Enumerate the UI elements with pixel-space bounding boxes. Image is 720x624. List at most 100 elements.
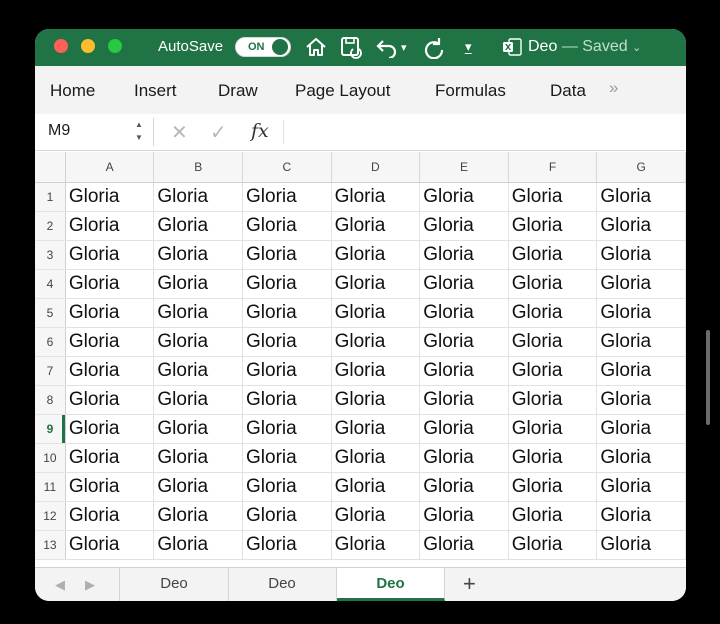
cell-a3[interactable]: Gloria: [65, 240, 155, 270]
tab-draw[interactable]: Draw: [218, 81, 258, 101]
cell-a13[interactable]: Gloria: [65, 530, 155, 560]
cell-e6[interactable]: Gloria: [419, 327, 509, 357]
cell-d1[interactable]: Gloria: [331, 182, 421, 212]
cell-b13[interactable]: Gloria: [153, 530, 243, 560]
sheet-tab[interactable]: Deo: [228, 568, 337, 601]
cell-e8[interactable]: Gloria: [419, 385, 509, 415]
sheet-tab[interactable]: Deo: [119, 568, 229, 601]
cell-g5[interactable]: Gloria: [596, 298, 686, 328]
cell-g7[interactable]: Gloria: [596, 356, 686, 386]
tab-data[interactable]: Data: [550, 81, 586, 101]
cancel-icon[interactable]: ✕: [171, 120, 188, 145]
cell-a5[interactable]: Gloria: [65, 298, 155, 328]
customize-toolbar-icon[interactable]: ▾̲: [465, 34, 472, 60]
cell-c3[interactable]: Gloria: [242, 240, 332, 270]
cell-e2[interactable]: Gloria: [419, 211, 509, 241]
select-all-corner[interactable]: [35, 152, 66, 183]
cell-e13[interactable]: Gloria: [419, 530, 509, 560]
cell-b5[interactable]: Gloria: [153, 298, 243, 328]
cell-c2[interactable]: Gloria: [242, 211, 332, 241]
insert-function-icon[interactable]: fx: [251, 120, 269, 142]
tab-insert[interactable]: Insert: [134, 81, 177, 101]
cell-f9[interactable]: Gloria: [508, 414, 598, 444]
row-header-13[interactable]: 13: [35, 530, 66, 560]
tab-home[interactable]: Home: [50, 81, 95, 101]
cell-c13[interactable]: Gloria: [242, 530, 332, 560]
close-window-button[interactable]: [54, 39, 68, 53]
row-header-8[interactable]: 8: [35, 385, 66, 415]
cell-b1[interactable]: Gloria: [153, 182, 243, 212]
cell-e9[interactable]: Gloria: [419, 414, 509, 444]
cell-g11[interactable]: Gloria: [596, 472, 686, 502]
cell-d7[interactable]: Gloria: [331, 356, 421, 386]
cell-c9[interactable]: Gloria: [242, 414, 332, 444]
row-header-4[interactable]: 4: [35, 269, 66, 299]
home-icon[interactable]: [305, 34, 327, 60]
column-header-e[interactable]: E: [419, 152, 509, 183]
cell-a7[interactable]: Gloria: [65, 356, 155, 386]
cell-c1[interactable]: Gloria: [242, 182, 332, 212]
autosave-toggle[interactable]: ON: [235, 37, 291, 57]
cell-g3[interactable]: Gloria: [596, 240, 686, 270]
cell-d11[interactable]: Gloria: [331, 472, 421, 502]
cell-g10[interactable]: Gloria: [596, 443, 686, 473]
enter-icon[interactable]: ✓: [210, 120, 227, 145]
cell-b9[interactable]: Gloria: [153, 414, 243, 444]
cell-a11[interactable]: Gloria: [65, 472, 155, 502]
sheet-tab-active[interactable]: Deo: [337, 568, 445, 601]
cell-f7[interactable]: Gloria: [508, 356, 598, 386]
cell-f4[interactable]: Gloria: [508, 269, 598, 299]
cell-c4[interactable]: Gloria: [242, 269, 332, 299]
cell-e1[interactable]: Gloria: [419, 182, 509, 212]
cell-f12[interactable]: Gloria: [508, 501, 598, 531]
cell-f13[interactable]: Gloria: [508, 530, 598, 560]
cell-d12[interactable]: Gloria: [331, 501, 421, 531]
cell-g13[interactable]: Gloria: [596, 530, 686, 560]
cell-e7[interactable]: Gloria: [419, 356, 509, 386]
cell-a4[interactable]: Gloria: [65, 269, 155, 299]
cell-e5[interactable]: Gloria: [419, 298, 509, 328]
cell-f1[interactable]: Gloria: [508, 182, 598, 212]
cell-f8[interactable]: Gloria: [508, 385, 598, 415]
cell-f2[interactable]: Gloria: [508, 211, 598, 241]
column-header-d[interactable]: D: [331, 152, 421, 183]
cell-b2[interactable]: Gloria: [153, 211, 243, 241]
cell-c7[interactable]: Gloria: [242, 356, 332, 386]
cell-a2[interactable]: Gloria: [65, 211, 155, 241]
cell-g8[interactable]: Gloria: [596, 385, 686, 415]
cell-a10[interactable]: Gloria: [65, 443, 155, 473]
add-sheet-button[interactable]: +: [463, 571, 476, 597]
minimize-window-button[interactable]: [81, 39, 95, 53]
name-box[interactable]: M9: [48, 122, 70, 140]
name-box-stepper-icon[interactable]: ▲ ▼: [134, 118, 144, 146]
cell-e3[interactable]: Gloria: [419, 240, 509, 270]
cell-g4[interactable]: Gloria: [596, 269, 686, 299]
cell-b10[interactable]: Gloria: [153, 443, 243, 473]
row-header-3[interactable]: 3: [35, 240, 66, 270]
row-header-12[interactable]: 12: [35, 501, 66, 531]
cell-g9[interactable]: Gloria: [596, 414, 686, 444]
tab-page-layout[interactable]: Page Layout: [295, 81, 390, 101]
cell-c12[interactable]: Gloria: [242, 501, 332, 531]
cell-c6[interactable]: Gloria: [242, 327, 332, 357]
cell-d2[interactable]: Gloria: [331, 211, 421, 241]
cell-d8[interactable]: Gloria: [331, 385, 421, 415]
cell-b6[interactable]: Gloria: [153, 327, 243, 357]
cell-d10[interactable]: Gloria: [331, 443, 421, 473]
row-header-10[interactable]: 10: [35, 443, 66, 473]
cell-f3[interactable]: Gloria: [508, 240, 598, 270]
row-header-11[interactable]: 11: [35, 472, 66, 502]
tab-formulas[interactable]: Formulas: [435, 81, 506, 101]
cell-g2[interactable]: Gloria: [596, 211, 686, 241]
cell-b4[interactable]: Gloria: [153, 269, 243, 299]
row-header-7[interactable]: 7: [35, 356, 66, 386]
cell-b8[interactable]: Gloria: [153, 385, 243, 415]
cell-e10[interactable]: Gloria: [419, 443, 509, 473]
cell-e11[interactable]: Gloria: [419, 472, 509, 502]
column-header-f[interactable]: F: [508, 152, 598, 183]
row-header-1[interactable]: 1: [35, 182, 66, 212]
undo-icon[interactable]: [375, 34, 399, 60]
zoom-window-button[interactable]: [108, 39, 122, 53]
cell-c8[interactable]: Gloria: [242, 385, 332, 415]
cell-f11[interactable]: Gloria: [508, 472, 598, 502]
